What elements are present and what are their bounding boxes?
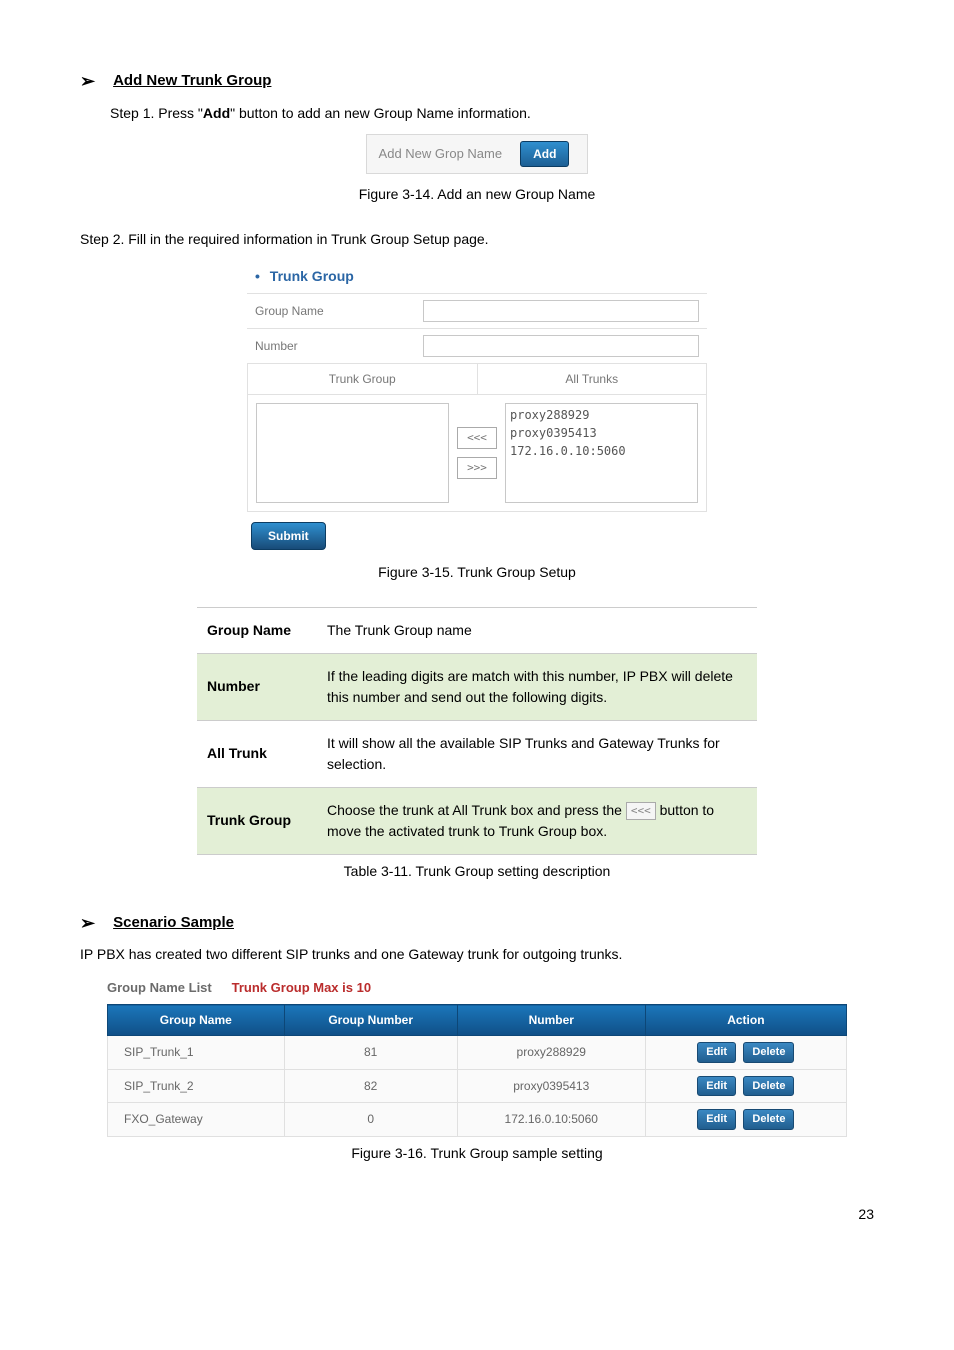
add-name-bar: Add New Grop Name Add bbox=[366, 134, 589, 174]
inline-move-left-icon: <<< bbox=[626, 802, 656, 821]
table-row: Trunk Group Choose the trunk at All Trun… bbox=[197, 787, 757, 854]
group-name-label: Group Name bbox=[255, 302, 415, 320]
add-bar-label: Add New Grop Name bbox=[379, 144, 503, 164]
desc-key: All Trunk bbox=[197, 720, 317, 787]
list-item[interactable]: 172.16.0.10:5060 bbox=[510, 442, 693, 460]
desc-value: If the leading digits are match with thi… bbox=[317, 653, 757, 720]
cell-group-number: 81 bbox=[284, 1036, 457, 1070]
desc-value: The Trunk Group name bbox=[317, 607, 757, 653]
cell-name: SIP_Trunk_1 bbox=[108, 1036, 285, 1070]
cell-number: proxy288929 bbox=[457, 1036, 645, 1070]
step1-text: Step 1. Press "Add" button to add an new… bbox=[110, 103, 874, 124]
transfer-headers: Trunk Group All Trunks bbox=[247, 363, 707, 395]
step2-text: Step 2. Fill in the required information… bbox=[80, 229, 874, 250]
all-trunks-col-header: All Trunks bbox=[478, 364, 707, 394]
col-header-name: Group Name bbox=[108, 1005, 285, 1036]
edit-button[interactable]: Edit bbox=[697, 1076, 736, 1097]
number-label: Number bbox=[255, 337, 415, 355]
delete-button[interactable]: Delete bbox=[743, 1109, 794, 1130]
table-row: Group Name The Trunk Group name bbox=[197, 607, 757, 653]
cell-group-number: 0 bbox=[284, 1103, 457, 1137]
table-row: All Trunk It will show all the available… bbox=[197, 720, 757, 787]
cell-name: FXO_Gateway bbox=[108, 1103, 285, 1137]
figure-caption-315: Figure 3-15. Trunk Group Setup bbox=[80, 562, 874, 583]
bullet-arrow-icon: ➢ bbox=[80, 914, 95, 932]
page-number: 23 bbox=[80, 1204, 874, 1225]
col-header-action: Action bbox=[645, 1005, 846, 1036]
table-row: SIP_Trunk_2 82 proxy0395413 Edit Delete bbox=[108, 1069, 847, 1103]
cell-action: Edit Delete bbox=[645, 1103, 846, 1137]
desc-key: Number bbox=[197, 653, 317, 720]
table-row: SIP_Trunk_1 81 proxy288929 Edit Delete bbox=[108, 1036, 847, 1070]
section-heading: ➢ Scenario Sample bbox=[80, 912, 874, 935]
cell-name: SIP_Trunk_2 bbox=[108, 1069, 285, 1103]
scenario-intro: IP PBX has created two different SIP tru… bbox=[80, 944, 874, 965]
cell-group-number: 82 bbox=[284, 1069, 457, 1103]
description-table: Group Name The Trunk Group name Number I… bbox=[197, 607, 757, 855]
heading-text: Add New Trunk Group bbox=[113, 70, 271, 93]
col-header-group-number: Group Number bbox=[284, 1005, 457, 1036]
trunk-group-listbox[interactable] bbox=[256, 403, 449, 503]
edit-button[interactable]: Edit bbox=[697, 1109, 736, 1130]
list-item[interactable]: proxy0395413 bbox=[510, 424, 693, 442]
table-row: Number If the leading digits are match w… bbox=[197, 653, 757, 720]
group-list-title: Group Name List Trunk Group Max is 10 bbox=[107, 973, 847, 1004]
desc-value: Choose the trunk at All Trunk box and pr… bbox=[317, 787, 757, 854]
delete-button[interactable]: Delete bbox=[743, 1042, 794, 1063]
cell-action: Edit Delete bbox=[645, 1036, 846, 1070]
col-header-number: Number bbox=[457, 1005, 645, 1036]
group-name-input[interactable] bbox=[423, 300, 699, 322]
bullet-arrow-icon: ➢ bbox=[80, 72, 95, 90]
heading-text: Scenario Sample bbox=[113, 912, 234, 935]
delete-button[interactable]: Delete bbox=[743, 1076, 794, 1097]
number-input[interactable] bbox=[423, 335, 699, 357]
all-trunks-listbox[interactable]: proxy288929 proxy0395413 172.16.0.10:506… bbox=[505, 403, 698, 503]
move-right-button[interactable]: >>> bbox=[457, 457, 497, 479]
desc-value: It will show all the available SIP Trunk… bbox=[317, 720, 757, 787]
figure-caption-316: Figure 3-16. Trunk Group sample setting bbox=[80, 1143, 874, 1164]
desc-key: Group Name bbox=[197, 607, 317, 653]
list-item[interactable]: proxy288929 bbox=[510, 406, 693, 424]
section-heading: ➢ Add New Trunk Group bbox=[80, 70, 874, 93]
bullet-icon: • bbox=[255, 268, 260, 284]
figure-caption-314: Figure 3-14. Add an new Group Name bbox=[80, 184, 874, 205]
desc-key: Trunk Group bbox=[197, 787, 317, 854]
trunk-group-panel: • Trunk Group Group Name Number Trunk Gr… bbox=[247, 260, 707, 554]
panel-title: • Trunk Group bbox=[247, 260, 707, 293]
group-name-list-table: Group Name Group Number Number Action SI… bbox=[107, 1004, 847, 1137]
edit-button[interactable]: Edit bbox=[697, 1042, 736, 1063]
table-caption-311: Table 3-11. Trunk Group setting descript… bbox=[80, 861, 874, 882]
table-row: FXO_Gateway 0 172.16.0.10:5060 Edit Dele… bbox=[108, 1103, 847, 1137]
add-button[interactable]: Add bbox=[520, 141, 569, 167]
cell-number: proxy0395413 bbox=[457, 1069, 645, 1103]
cell-number: 172.16.0.10:5060 bbox=[457, 1103, 645, 1137]
submit-button[interactable]: Submit bbox=[251, 522, 326, 550]
trunk-group-col-header: Trunk Group bbox=[248, 364, 478, 394]
cell-action: Edit Delete bbox=[645, 1069, 846, 1103]
move-left-button[interactable]: <<< bbox=[457, 427, 497, 449]
